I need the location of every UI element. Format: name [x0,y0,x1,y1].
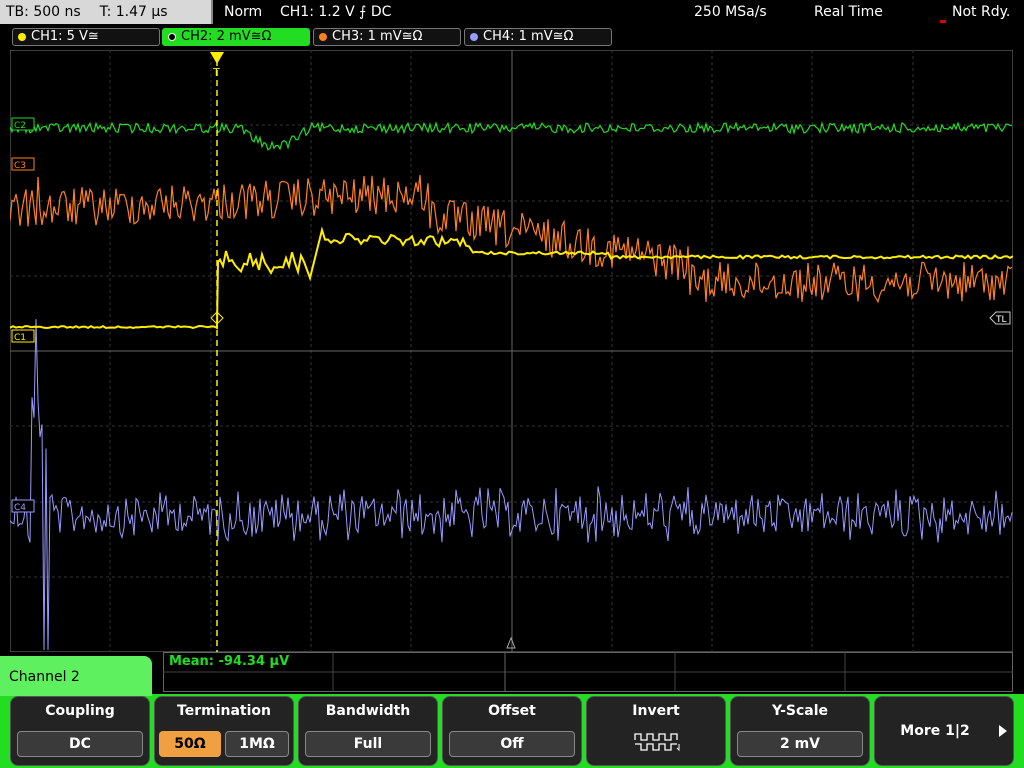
more-arrow-icon [999,725,1007,737]
more-label: More 1|2 [900,723,970,739]
invert-waveform-icon [634,733,680,752]
yscale-softkey[interactable]: Y-Scale 2 mV [730,696,870,766]
yscale-value[interactable]: 2 mV [737,731,863,757]
acquisition-mode: Real Time [814,4,883,20]
ch4-dot-icon [470,33,478,41]
yscale-label: Y-Scale [771,703,828,719]
bandwidth-value[interactable]: Full [305,731,431,757]
marker-c3-label: C3 [14,161,26,171]
more-softkey[interactable]: More 1|2 [874,696,1014,766]
ch1-dot-icon [18,33,26,41]
timebase-value: TB: 500 ns [6,4,81,20]
tab-ch2-label: CH2: 2 mV≅Ω [181,29,272,44]
offset-softkey[interactable]: Offset Off [442,696,582,766]
measurement-mean: Mean: -94.34 µV [169,654,290,669]
marker-c2-label: C2 [14,121,26,131]
termination-50ohm-option[interactable]: 50Ω [159,731,221,757]
waveform-display[interactable]: T C2 C3 C1 C4 TL [10,50,1013,652]
tab-ch3[interactable]: CH3: 1 mV≅Ω [313,28,461,46]
bandwidth-softkey[interactable]: Bandwidth Full [298,696,438,766]
marker-c3[interactable]: C3 [11,157,35,171]
termination-label: Termination [177,703,271,719]
sample-rate: 250 MSa/s [694,4,767,20]
termination-softkey[interactable]: Termination 50Ω 1MΩ [154,696,294,766]
invert-softkey[interactable]: Invert [586,696,726,766]
timebase-box[interactable]: TB: 500 ns T: 1.47 µs [0,0,213,24]
offset-label: Offset [488,703,536,719]
trigger-marker-label: T [212,66,220,79]
offset-value[interactable]: Off [449,731,575,757]
tab-ch2[interactable]: CH2: 2 mV≅Ω [162,28,310,46]
ch3-dot-icon [319,33,327,41]
marker-c1[interactable]: C1 [11,329,35,343]
status-bar: TB: 500 ns T: 1.47 µs Norm CH1: 1.2 V ⨍ … [0,0,1024,26]
tab-ch1[interactable]: CH1: 5 V≅ [12,28,160,46]
tab-ch4[interactable]: CH4: 1 mV≅Ω [464,28,612,46]
coupling-softkey[interactable]: Coupling DC [10,696,150,766]
trigger-info[interactable]: CH1: 1.2 V ⨍ DC [280,0,391,24]
trigger-mode[interactable]: Norm [224,0,262,24]
marker-c4[interactable]: C4 [11,499,35,513]
ch2-dot-icon [168,33,176,41]
tab-ch4-label: CH4: 1 mV≅Ω [483,29,574,44]
status-led-icon [940,20,946,23]
panel-title: Channel 2 [0,656,152,696]
tab-ch1-label: CH1: 5 V≅ [31,29,99,44]
marker-c1-label: C1 [14,333,26,343]
trigger-time-value: T: 1.47 µs [99,4,168,20]
trigger-level-label: TL [995,315,1007,325]
termination-1mohm-option[interactable]: 1MΩ [225,731,289,757]
bandwidth-label: Bandwidth [325,703,411,719]
marker-c4-label: C4 [14,503,26,513]
acquisition-status: Not Rdy. [952,4,1011,20]
coupling-label: Coupling [45,703,115,719]
coupling-value[interactable]: DC [17,731,143,757]
invert-label: Invert [632,703,680,719]
measurement-strip [163,652,1013,692]
marker-c2[interactable]: C2 [11,117,35,131]
tab-ch3-label: CH3: 1 mV≅Ω [332,29,423,44]
